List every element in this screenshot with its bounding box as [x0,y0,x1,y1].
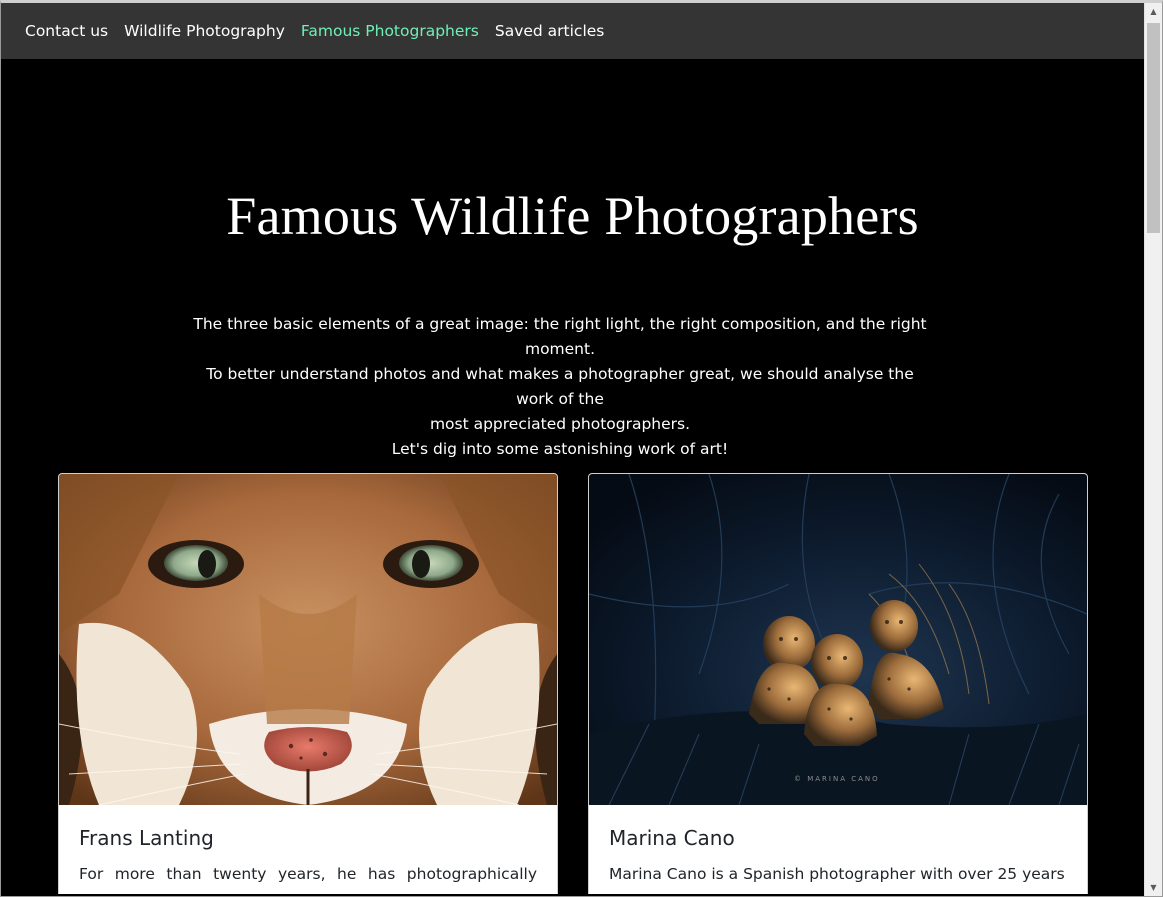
intro-line: The three basic elements of a great imag… [193,315,927,358]
nav-contact-us[interactable]: Contact us [25,22,108,40]
scroll-down-arrow-icon[interactable]: ▼ [1145,879,1162,896]
intro-text: The three basic elements of a great imag… [187,312,933,462]
top-navbar: Contact us Wildlife Photography Famous P… [1,3,1144,59]
card-text: Marina Cano is a Spanish photographer wi… [609,865,1067,883]
scroll-up-arrow-icon[interactable]: ▲ [1145,3,1162,20]
vertical-scrollbar[interactable]: ▲ ▼ [1144,3,1162,896]
intro-line: Let's dig into some astonishing work of … [391,440,729,458]
card-title[interactable]: Frans Lanting [79,826,214,850]
photo-watermark: © MARINA CANO [794,775,880,783]
nav-wildlife-photography[interactable]: Wildlife Photography [124,22,285,40]
card-title[interactable]: Marina Cano [609,826,735,850]
intro-line: most appreciated photographers. [429,415,691,433]
page-title: Famous Wildlife Photographers [226,186,919,246]
nav-famous-photographers[interactable]: Famous Photographers [301,22,479,40]
cheetah-cubs-photo: © MARINA CANO [589,474,1087,805]
main-content: Famous Wildlife Photographers The three … [1,59,1144,894]
photographer-card-frans-lanting[interactable]: Frans Lanting For more than twenty years… [58,473,558,894]
card-text: For more than twenty years, he has photo… [79,865,537,883]
intro-line: To better understand photos and what mak… [206,365,914,408]
scroll-thumb[interactable] [1147,23,1160,233]
photographer-card-marina-cano[interactable]: © MARINA CANO Marina Cano Marina Cano is… [588,473,1088,894]
nav-saved-articles[interactable]: Saved articles [495,22,605,40]
cougar-closeup-photo [59,474,557,805]
